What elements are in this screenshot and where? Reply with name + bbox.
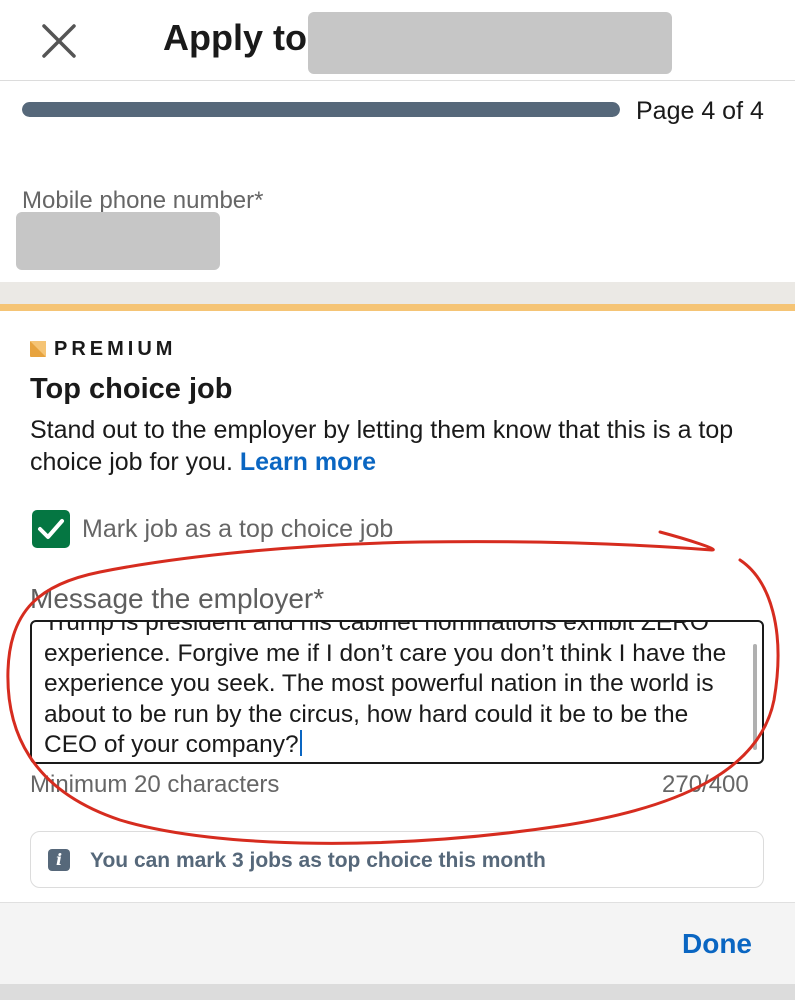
checkmark-icon (38, 519, 64, 539)
section-divider (0, 282, 795, 304)
info-banner-text: You can mark 3 jobs as top choice this m… (90, 849, 546, 872)
message-value: Trump is president and his cabinet nomin… (44, 620, 734, 758)
character-counter: 270/400 (662, 771, 749, 798)
message-field-label: Message the employer* (30, 583, 325, 614)
description-text: Stand out to the employer by letting the… (30, 416, 734, 476)
checkbox-label[interactable]: Mark job as a top choice job (82, 513, 393, 545)
redacted-company-name (308, 12, 672, 74)
top-choice-checkbox[interactable] (32, 510, 70, 548)
premium-accent-line (0, 304, 795, 311)
close-button[interactable] (36, 18, 82, 64)
progress-bar-fill (22, 102, 620, 117)
message-textarea[interactable]: Trump is president and his cabinet nomin… (30, 620, 764, 764)
redacted-phone-number (16, 212, 220, 270)
premium-badge-label: PREMIUM (54, 338, 177, 360)
close-icon (42, 24, 76, 58)
page-indicator: Page 4 of 4 (636, 97, 764, 125)
bottom-edge (0, 984, 795, 1000)
done-button[interactable]: Done (682, 926, 752, 962)
footer-bar (0, 902, 795, 985)
progress-bar (22, 102, 620, 117)
message-hint: Minimum 20 characters (30, 771, 280, 798)
textarea-scrollbar[interactable] (753, 644, 757, 750)
message-text[interactable]: Trump is president and his cabinet nomin… (44, 620, 744, 761)
info-icon: i (48, 849, 70, 871)
learn-more-link[interactable]: Learn more (240, 448, 376, 476)
page-title: Apply to (163, 17, 307, 58)
premium-icon (30, 341, 46, 357)
section-title: Top choice job (30, 373, 233, 405)
text-cursor (299, 730, 302, 756)
section-description: Stand out to the employer by letting the… (30, 414, 770, 478)
